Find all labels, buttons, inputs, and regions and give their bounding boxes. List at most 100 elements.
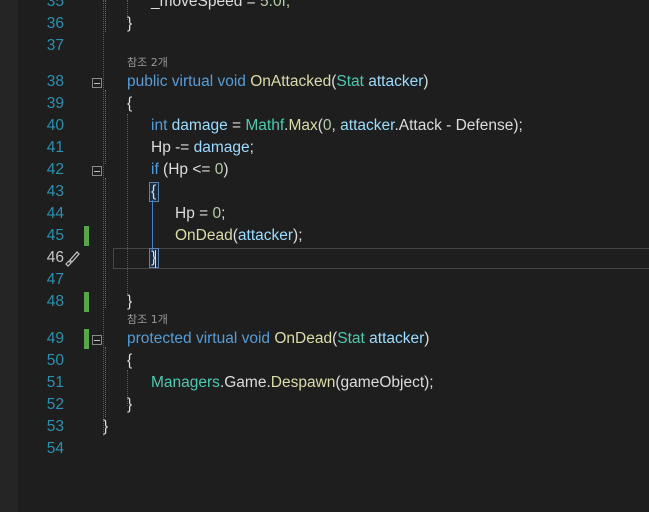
code-token: Hp = [175,205,213,222]
code-token: 0 [322,117,332,134]
line-number: 51 [46,374,64,391]
line-number: 47 [46,271,64,288]
code-token: void [237,330,271,347]
code-token: Stat [336,73,364,90]
line-number: 52 [46,396,64,413]
line-number-current: 46 [46,249,64,266]
code-token: ); [293,227,303,244]
code-token: Hp -= [151,139,194,156]
code-token: Managers [151,374,220,391]
code-token: ) [424,330,430,347]
code-token: OnDead [175,227,233,244]
line-number: 38 [46,73,64,90]
line-number: 42 [46,161,64,178]
code-token: { [151,183,157,200]
code-line-41[interactable]: Hp -= damage; [151,139,254,157]
line-number: 37 [46,37,64,54]
code-token: attacker [363,73,424,90]
code-token: virtual [167,73,214,90]
outline-line [105,0,106,32]
code-line-50[interactable]: { [127,352,132,370]
code-token: attacker [237,227,294,244]
outline-line [105,347,106,417]
code-token: (Hp <= [158,161,215,178]
code-line-36[interactable]: } [127,15,132,33]
current-line-highlight [113,248,649,269]
code-line-51[interactable]: Managers.Game.Despawn(gameObject); [151,374,434,392]
line-number: 36 [46,15,64,32]
line-number: 49 [46,330,64,347]
code-token: = [227,117,246,134]
code-token: (gameObject); [335,374,434,391]
code-token: ) [223,161,229,178]
code-token: protected [127,330,192,347]
code-token: void [213,73,246,90]
code-token: { [127,352,133,369]
code-token: } [127,293,133,310]
code-token: , [331,117,341,134]
code-token: ) [423,73,429,90]
code-line-42[interactable]: if (Hp <= 0) [151,161,229,179]
code-line-48[interactable]: } [127,293,132,311]
code-token: attacker [340,117,395,134]
quick-actions-brush-icon[interactable] [63,249,81,267]
line-number: 35 [46,0,64,10]
fold-toggle-icon[interactable] [92,78,102,88]
change-marker [84,292,89,312]
codelens-references[interactable]: 참조 1개 [127,313,168,327]
line-number: 41 [46,139,64,156]
code-token: _moveSpeed [151,0,243,10]
code-line-53[interactable]: } [103,418,108,436]
code-token: ; [249,139,254,156]
code-token: } [103,418,109,435]
code-token: .Attack - Defense); [394,117,523,134]
line-number: 53 [46,418,64,435]
code-token: } [127,15,133,32]
code-line-40[interactable]: int damage = Mathf.Max(0, attacker.Attac… [151,117,523,135]
line-number: 48 [46,293,64,310]
line-number: 45 [46,227,64,244]
line-number: 39 [46,95,64,112]
line-number: 43 [46,183,64,200]
code-token: int [151,117,168,134]
indent-guide-active [152,200,153,250]
code-token: = [242,0,261,10]
code-line-44[interactable]: Hp = 0; [175,205,225,223]
code-line-49[interactable]: protected virtual void OnDead(Stat attac… [127,330,429,348]
text-cursor [155,250,156,268]
code-token: damage [193,139,250,156]
code-token: public [127,73,168,90]
code-line-52[interactable]: } [127,396,132,414]
code-token: { [127,95,133,112]
code-token: 5.0f; [260,0,291,10]
code-token: Max [288,117,318,134]
code-token: damage [167,117,228,134]
code-token: .Game. [219,374,271,391]
line-number: 54 [46,440,64,457]
fold-toggle-icon[interactable] [92,335,102,345]
code-token: Mathf [245,117,285,134]
code-token: 0 [212,205,222,222]
indent-guide [103,0,104,436]
line-number: 44 [46,205,64,222]
fold-toggle-icon[interactable] [92,166,102,176]
code-token: OnDead [270,330,333,347]
code-token: } [127,396,133,413]
code-token: Despawn [270,374,336,391]
code-editor[interactable]: 35 36 37 38 39 40 41 42 43 44 45 46 47 4… [0,0,649,512]
code-token: OnAttacked [245,73,332,90]
outline-line [105,90,106,164]
code-line-43[interactable]: { [151,183,156,201]
codelens-references[interactable]: 참조 2개 [127,56,168,70]
code-token: ; [221,205,226,222]
code-token: if [151,161,159,178]
change-marker [84,329,89,349]
code-line-35[interactable]: _moveSpeed = 5.0f; [151,0,290,11]
code-line-45[interactable]: OnDead(attacker); [175,227,303,245]
code-line-39[interactable]: { [127,95,132,113]
code-line-38[interactable]: public virtual void OnAttacked(Stat atta… [127,73,429,91]
outline-line [105,178,106,308]
line-number: 40 [46,117,64,134]
editor-left-strip [0,0,18,512]
code-token: Stat [337,330,365,347]
